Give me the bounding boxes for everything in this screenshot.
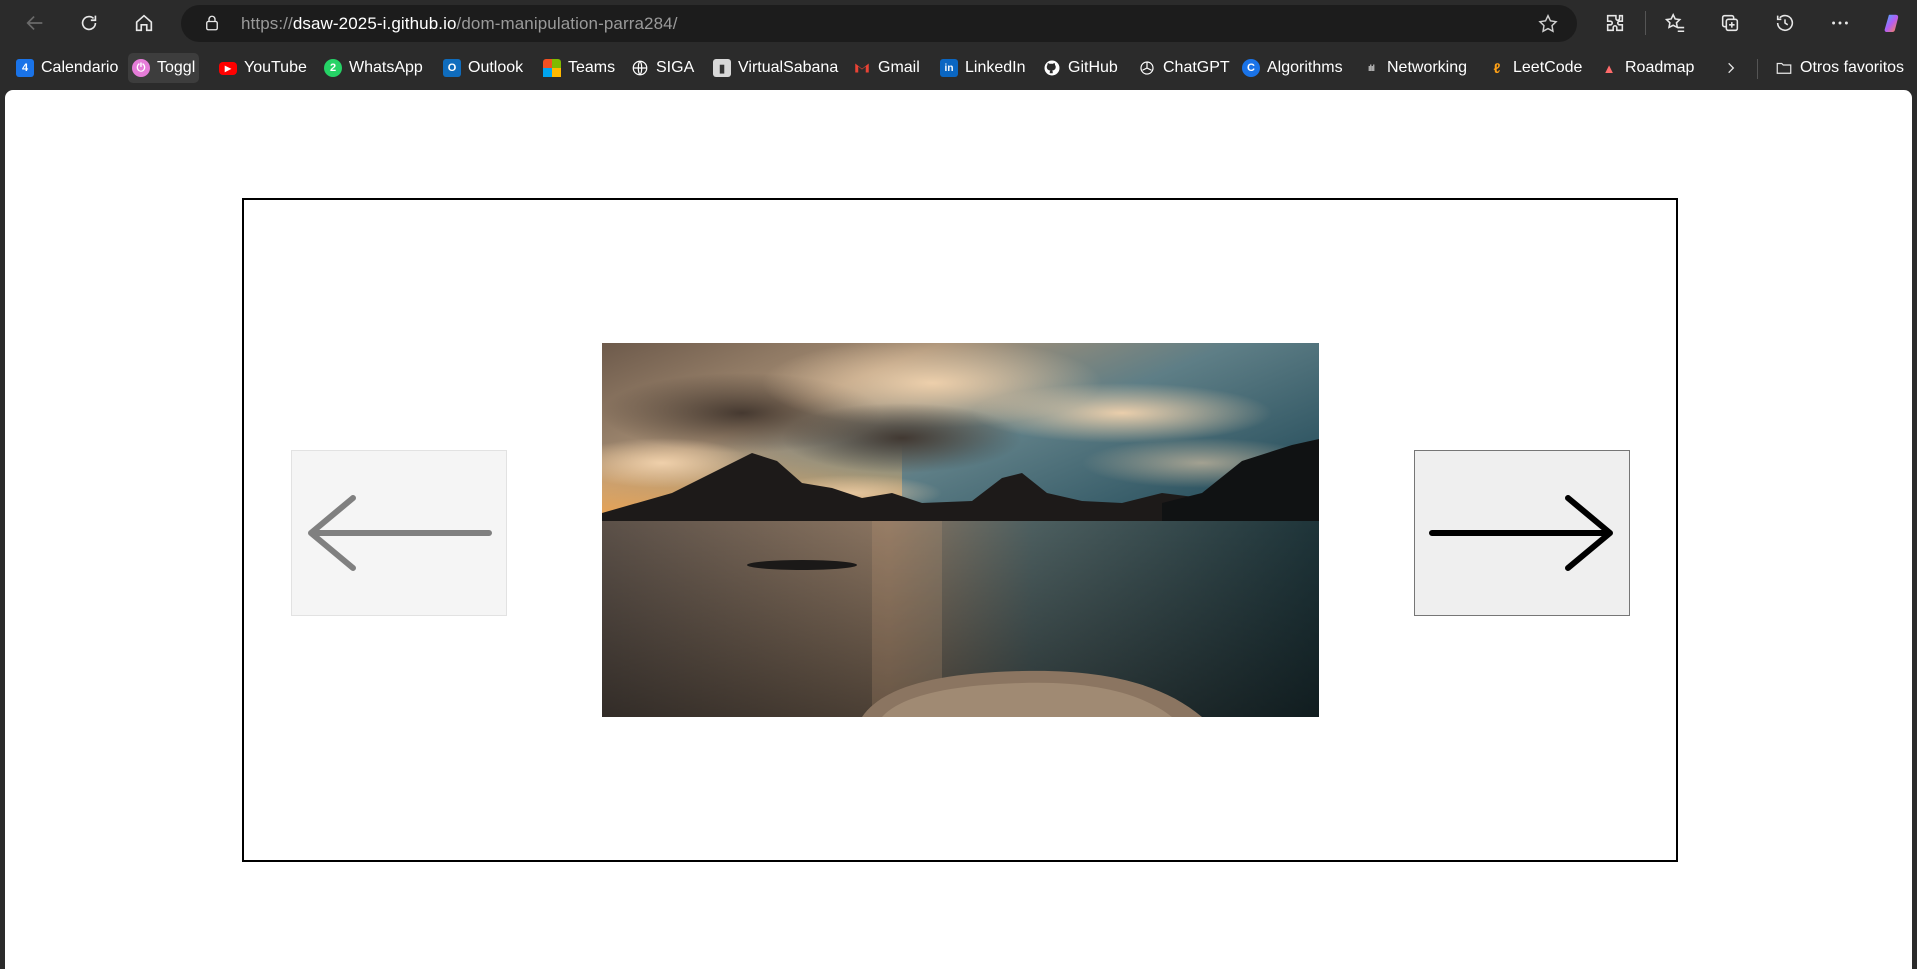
bookmark-label: Toggl	[157, 59, 196, 76]
chevron-right-icon	[1728, 62, 1735, 74]
collections-button[interactable]	[1712, 7, 1748, 39]
bookmark-label: VirtualSabana	[738, 59, 839, 76]
leetcode-icon: ℓ	[1493, 60, 1501, 76]
folder-icon	[1776, 62, 1792, 74]
favorites-list-icon	[1664, 12, 1685, 33]
more-dots-icon	[1832, 21, 1848, 25]
copilot-icon	[1884, 14, 1899, 32]
bookmark-outlook[interactable]: O Outlook	[439, 53, 527, 83]
toolbar-divider	[1645, 11, 1646, 35]
algorithms-icon: C	[1242, 59, 1260, 77]
settings-menu-button[interactable]	[1822, 7, 1858, 39]
bookmark-github[interactable]: GitHub	[1039, 53, 1122, 83]
bookmark-chatgpt[interactable]: ChatGPT	[1134, 53, 1234, 83]
refresh-icon	[81, 15, 97, 31]
calendar-icon: 4	[16, 59, 34, 77]
bookmark-toggl[interactable]: ⏻ Toggl	[128, 53, 200, 83]
outlook-icon: O	[443, 59, 461, 77]
linkedin-icon: in	[940, 59, 958, 77]
whatsapp-icon: 2	[324, 59, 342, 77]
home-button[interactable]	[126, 7, 162, 39]
prev-button[interactable]	[291, 450, 507, 616]
youtube-icon: ▶	[219, 61, 237, 75]
back-button[interactable]	[17, 7, 53, 39]
arrow-left-icon	[308, 495, 492, 571]
url-path: /dom-manipulation-parra284/	[456, 14, 678, 33]
other-favorites-label: Otros favoritos	[1800, 59, 1905, 76]
teams-icon	[543, 59, 561, 77]
bookmarks-bar: 4 Calendario ⏻ Toggl ▶ YouTube 2 WhatsApp OO…	[0, 51, 1917, 85]
bookmark-youtube[interactable]: ▶ YouTube	[215, 53, 311, 83]
bookmark-label: Teams	[568, 59, 616, 76]
history-icon	[1776, 14, 1794, 32]
puzzle-icon	[1606, 14, 1624, 32]
virtualsabana-icon: ▮	[713, 59, 731, 77]
gmail-icon	[855, 63, 869, 73]
bookmark-label: Outlook	[468, 59, 524, 76]
more-bookmarks-button[interactable]	[1718, 53, 1744, 83]
other-favorites-folder[interactable]: Otros favoritos	[1771, 53, 1908, 83]
favorite-star-icon[interactable]	[1537, 13, 1559, 35]
bookmark-algorithms[interactable]: C Algorithms	[1238, 53, 1347, 83]
next-button[interactable]	[1414, 450, 1630, 616]
history-button[interactable]	[1767, 7, 1803, 39]
bookmark-networking[interactable]: ılıl Networking	[1358, 53, 1471, 83]
bookmark-siga[interactable]: SIGA	[627, 53, 698, 83]
address-bar[interactable]: https://dsaw-2025-i.github.io/dom-manipu…	[181, 5, 1577, 42]
bookmark-label: ChatGPT	[1163, 59, 1230, 76]
copilot-button[interactable]	[1875, 7, 1911, 39]
bookmark-label: Gmail	[878, 59, 920, 76]
back-arrow-icon	[26, 15, 43, 31]
bookmark-label: LeetCode	[1513, 59, 1583, 76]
url-scheme: https://	[241, 14, 293, 33]
chatgpt-icon	[1140, 61, 1154, 75]
bookmark-label: YouTube	[244, 59, 307, 76]
bookmark-label: Calendario	[41, 59, 119, 76]
page-viewport	[5, 90, 1912, 969]
bookmark-label: Algorithms	[1267, 59, 1343, 76]
toggl-icon: ⏻	[132, 59, 150, 77]
home-icon	[135, 14, 153, 32]
favorites-button[interactable]	[1657, 7, 1693, 39]
bookmark-label: Roadmap	[1625, 59, 1695, 76]
bookmark-teams[interactable]: Teams	[539, 53, 619, 83]
bookmark-whatsapp[interactable]: 2 WhatsApp	[320, 53, 427, 83]
bookmark-calendario[interactable]: 4 Calendario	[12, 53, 122, 83]
bookmarks-divider	[1757, 59, 1758, 79]
bookmark-label: SIGA	[656, 59, 695, 76]
arrow-right-icon	[1429, 495, 1613, 571]
bookmark-label: GitHub	[1068, 59, 1118, 76]
bookmark-label: LinkedIn	[965, 59, 1026, 76]
cisco-icon: ılıl	[1367, 63, 1375, 73]
mountain-lake-sunset-image	[602, 343, 1319, 717]
extensions-button[interactable]	[1597, 7, 1633, 39]
bookmark-label: WhatsApp	[349, 59, 423, 76]
url-text[interactable]: https://dsaw-2025-i.github.io/dom-manipu…	[241, 14, 678, 34]
refresh-button[interactable]	[71, 7, 107, 39]
bookmark-leetcode[interactable]: ℓ LeetCode	[1484, 53, 1586, 83]
bookmark-virtualsabana[interactable]: ▮ VirtualSabana	[709, 53, 842, 83]
github-icon	[1044, 60, 1060, 76]
roadmap-icon: ▲	[1602, 60, 1616, 76]
site-info-icon[interactable]	[203, 14, 221, 32]
carousel-container	[242, 198, 1678, 862]
bookmark-linkedin[interactable]: in LinkedIn	[936, 53, 1030, 83]
collections-icon	[1721, 14, 1739, 32]
bookmark-gmail[interactable]: Gmail	[849, 53, 924, 83]
browser-toolbar: https://dsaw-2025-i.github.io/dom-manipu…	[0, 0, 1917, 45]
bookmark-label: Networking	[1387, 59, 1468, 76]
carousel-image	[602, 343, 1319, 717]
globe-icon	[632, 60, 648, 76]
bookmark-roadmap[interactable]: ▲ Roadmap	[1596, 53, 1698, 83]
url-host: dsaw-2025-i.github.io	[292, 14, 457, 33]
